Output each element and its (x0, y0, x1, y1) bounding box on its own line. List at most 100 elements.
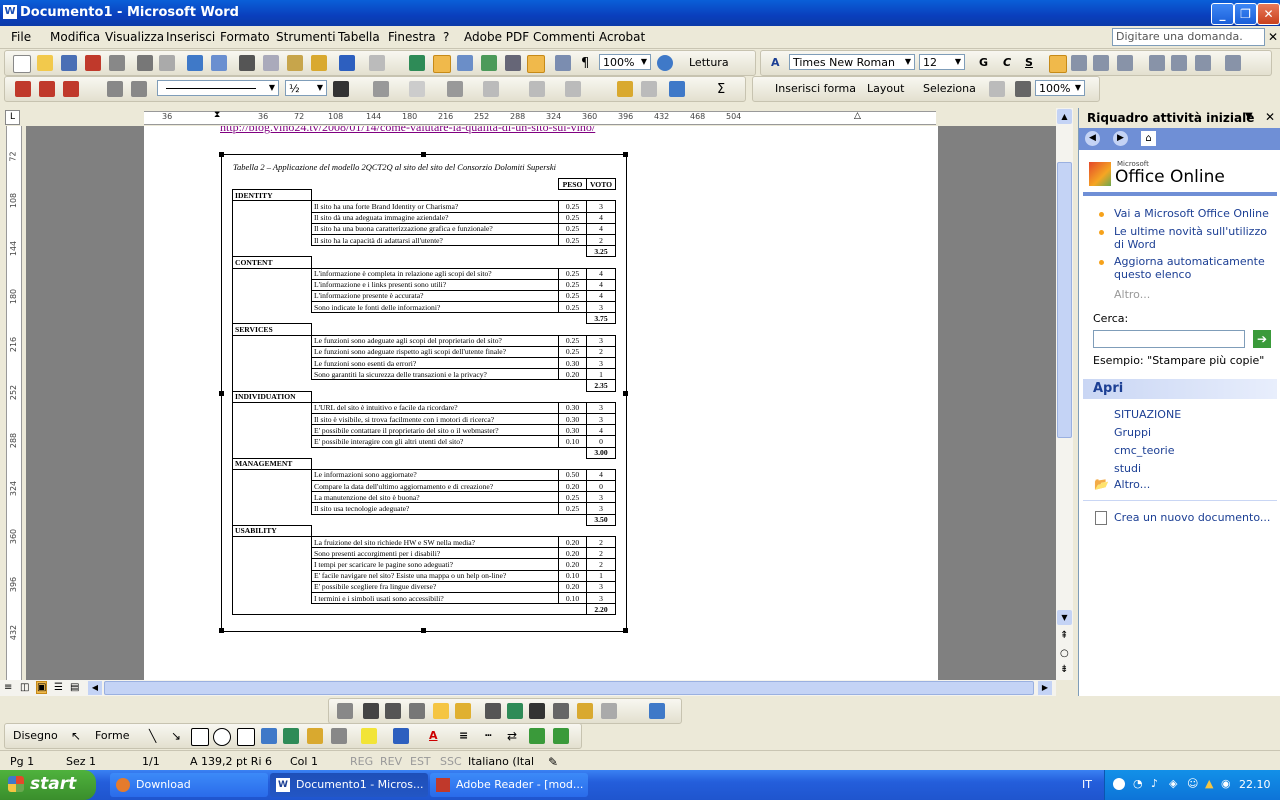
wordart-icon[interactable] (261, 728, 277, 744)
recent-file-cmc-teorie[interactable]: cmc_teorie (1114, 444, 1174, 457)
clipart-icon[interactable] (307, 728, 323, 744)
print-preview-icon[interactable] (159, 55, 175, 71)
new-document-icon[interactable] (13, 55, 31, 73)
browse-object-icon[interactable]: ○ (1060, 648, 1069, 659)
insert-table-small-icon[interactable] (447, 81, 463, 97)
language-indicator[interactable]: IT (1082, 778, 1092, 791)
home-icon[interactable]: ⌂ (1141, 131, 1156, 146)
oval-icon[interactable] (213, 728, 231, 746)
status-rec[interactable]: REG (350, 755, 373, 768)
numbering-icon[interactable] (1149, 55, 1165, 71)
forward-icon[interactable]: ▶ (1113, 131, 1128, 146)
zoom-combo[interactable]: 100% ▼ (599, 54, 651, 70)
select-objects-icon[interactable]: ↖ (71, 729, 81, 743)
draw-menu-button[interactable]: Disegno (13, 729, 58, 742)
eraser-icon[interactable] (131, 81, 147, 97)
office-online-logo[interactable]: Microsoft Office Online (1079, 150, 1280, 196)
menu-file[interactable]: File (11, 30, 31, 44)
autosum-icon[interactable]: Σ (717, 82, 725, 97)
start-button[interactable]: start (0, 770, 96, 800)
hyperlink-text[interactable]: http://blog.vino24.tv/2008/01/14/come-va… (220, 126, 595, 135)
font-color-icon[interactable]: A (429, 729, 438, 742)
redo-icon[interactable] (369, 55, 385, 71)
font-size-combo[interactable]: 12 ▼ (919, 54, 965, 70)
tab-selector-icon[interactable]: L (5, 110, 20, 125)
research-icon[interactable] (211, 55, 227, 71)
drawing-icon[interactable] (527, 55, 545, 73)
insert-table-icon[interactable] (457, 55, 473, 71)
task-pane-close-icon[interactable]: ✕ (1265, 110, 1275, 124)
outline-view-icon[interactable]: ☰ (54, 682, 63, 693)
open-folder-icon[interactable] (37, 55, 53, 71)
link-news[interactable]: Le ultime novità sull'utilizzo di Word (1114, 225, 1274, 251)
spelling-icon[interactable] (187, 55, 203, 71)
arrow-icon[interactable]: ↘ (171, 729, 181, 743)
increase-indent-icon[interactable] (1195, 55, 1211, 71)
taskbar-word[interactable]: W Documento1 - Micros... (270, 773, 428, 797)
table-image[interactable]: Tabella 2 – Applicazione del modello 2QC… (219, 152, 628, 633)
distribute-rows-icon[interactable] (565, 81, 581, 97)
columns-icon[interactable] (505, 55, 521, 71)
autoshapes-button[interactable]: Forme (95, 729, 129, 742)
cut-icon[interactable] (239, 55, 255, 71)
scroll-down-icon[interactable]: ▼ (1057, 610, 1072, 625)
arrow-style-icon[interactable]: ⇄ (507, 729, 517, 743)
less-contrast-icon[interactable] (409, 703, 425, 719)
diagram-zoom-combo[interactable]: 100% ▼ (1035, 80, 1085, 96)
indent-marker-icon[interactable]: ⧗ (214, 110, 220, 120)
shadow-icon[interactable] (529, 728, 545, 744)
merge-cells-icon[interactable] (483, 81, 499, 97)
close-button[interactable]: ✕ (1257, 3, 1280, 25)
more-contrast-icon[interactable] (385, 703, 401, 719)
spelling-status-icon[interactable]: ✎ (548, 755, 558, 769)
line-style-icon[interactable] (529, 703, 545, 719)
resize-handle[interactable] (219, 152, 224, 157)
outside-border-icon[interactable] (373, 81, 389, 97)
recent-file-situazione[interactable]: SITUAZIONE (1114, 408, 1181, 421)
pdf-review-icon[interactable] (63, 81, 79, 97)
print-icon[interactable] (137, 55, 153, 71)
resize-handle[interactable] (421, 152, 426, 157)
select-button[interactable]: Seleziona (923, 82, 976, 95)
less-brightness-icon[interactable] (455, 703, 471, 719)
permission-icon[interactable] (85, 55, 101, 71)
color-icon[interactable] (363, 703, 379, 719)
minimize-button[interactable]: _ (1211, 3, 1234, 25)
link-update-list[interactable]: Aggiorna automaticamente questo elenco (1114, 255, 1274, 281)
autoformat-icon[interactable] (617, 81, 633, 97)
format-picture-icon[interactable] (601, 703, 617, 719)
copy-icon[interactable] (263, 55, 279, 71)
shading-color-icon[interactable] (409, 81, 425, 97)
scroll-left-icon[interactable]: ◀ (88, 681, 102, 695)
picture-icon[interactable] (331, 728, 347, 744)
resize-handle[interactable] (623, 152, 628, 157)
right-indent-marker-icon[interactable]: △ (854, 111, 861, 121)
web-view-icon[interactable]: ◫ (20, 682, 29, 693)
insert-excel-icon[interactable] (481, 55, 497, 71)
menu-formato[interactable]: Formato (220, 30, 270, 44)
status-ovr[interactable]: SSC (440, 755, 462, 768)
menu-visualizza[interactable]: Visualizza (105, 30, 164, 44)
show-hide-icon[interactable]: ¶ (581, 56, 589, 71)
tray-app-icon[interactable]: ◉ (1221, 777, 1231, 790)
task-pane-menu-icon[interactable]: ▼ (1245, 111, 1253, 122)
link-office-online[interactable]: Vai a Microsoft Office Online (1114, 207, 1274, 220)
insert-picture-icon[interactable] (337, 703, 353, 719)
borders-icon[interactable] (1225, 55, 1241, 71)
more-brightness-icon[interactable] (433, 703, 449, 719)
text-direction-icon[interactable] (641, 81, 657, 97)
tray-security-icon[interactable]: ◈ (1169, 777, 1177, 790)
status-rev[interactable]: REV (380, 755, 402, 768)
menu-finestra[interactable]: Finestra (388, 30, 436, 44)
menu-commenti-acrobat[interactable]: Commenti Acrobat (533, 30, 645, 44)
autofit-icon[interactable] (989, 81, 1005, 97)
border-color-icon[interactable] (333, 81, 349, 97)
line-icon[interactable]: ╲ (149, 729, 156, 743)
bold-button[interactable]: G (979, 56, 988, 69)
align-left-icon[interactable] (1049, 55, 1067, 73)
fill-color-icon[interactable] (361, 728, 377, 744)
help-icon[interactable] (657, 55, 673, 71)
resize-handle[interactable] (219, 391, 224, 396)
taskbar-adobe-reader[interactable]: Adobe Reader - [mod... (430, 773, 588, 797)
email-icon[interactable] (109, 55, 125, 71)
